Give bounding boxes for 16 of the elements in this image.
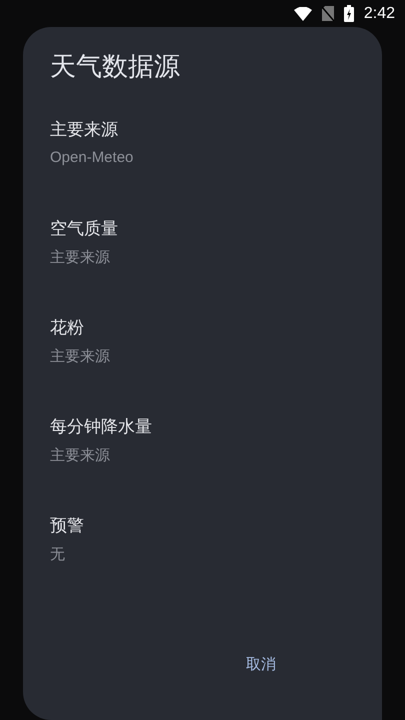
setting-label[interactable]: 空气质量 — [50, 217, 118, 240]
battery-charging-icon — [344, 5, 354, 22]
setting-label[interactable]: 主要来源 — [50, 118, 118, 141]
setting-label[interactable]: 预警 — [50, 514, 84, 537]
setting-value: 主要来源 — [50, 347, 110, 366]
setting-label[interactable]: 花粉 — [50, 316, 84, 339]
cancel-button[interactable]: 取消 — [240, 651, 282, 678]
setting-value: 无 — [50, 545, 65, 564]
setting-value: 主要来源 — [50, 248, 110, 267]
no-sim-icon — [322, 6, 334, 21]
setting-value: Open-Meteo — [50, 149, 134, 166]
dialog-title: 天气数据源 — [50, 51, 181, 84]
wifi-icon — [294, 6, 312, 20]
setting-label[interactable]: 每分钟降水量 — [50, 415, 152, 438]
status-time: 2:42 — [364, 4, 395, 22]
setting-value: 主要来源 — [50, 446, 110, 465]
